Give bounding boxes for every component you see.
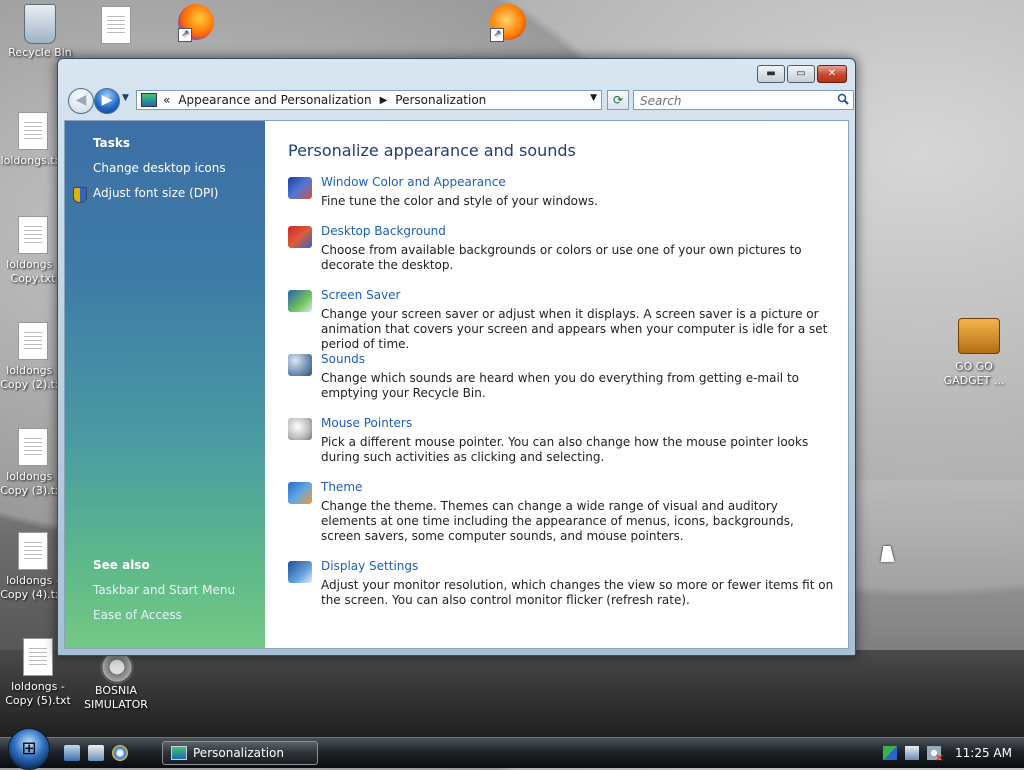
taskbar-start-menu-link[interactable]: Taskbar and Start Menu [93, 583, 235, 597]
item-description: Fine tune the color and style of your wi… [321, 194, 598, 208]
desktop-background-icon [288, 226, 312, 248]
breadcrumb-appearance[interactable]: Appearance and Personalization [178, 93, 371, 107]
breadcrumb-personalization[interactable]: Personalization [395, 93, 486, 107]
clock[interactable]: 11:25 AM [955, 746, 1012, 760]
adjust-font-size-link[interactable]: Adjust font size (DPI) [93, 186, 218, 200]
taskbar-button-personalization[interactable]: Personalization [162, 741, 318, 765]
taskbar: ⊞ Personalization 11:25 AM [0, 728, 1024, 770]
screen-saver-icon [288, 290, 312, 312]
maximize-button[interactable]: ▭ [787, 65, 815, 83]
taskbar-button-label: Personalization [193, 746, 284, 760]
show-desktop-icon[interactable] [64, 745, 80, 761]
desktop-icon-paint[interactable]: ↗ [468, 4, 544, 46]
desktop-icon-firefox[interactable]: ↗ [156, 4, 232, 46]
display-settings-icon [288, 561, 312, 583]
briefcase-icon [958, 318, 1000, 354]
item-description: Pick a different mouse pointer. You can … [321, 435, 809, 464]
sounds-icon [288, 354, 312, 376]
item-description: Choose from available backgrounds or col… [321, 243, 802, 272]
text-file-icon [101, 6, 131, 44]
forward-button[interactable]: ▶ [94, 88, 120, 114]
desktop-icon-label: GO GO GADGET ... [943, 360, 1005, 387]
window-color-icon [288, 177, 312, 199]
item-description: Adjust your monitor resolution, which ch… [321, 578, 834, 607]
system-tray: 11:25 AM [883, 738, 1024, 768]
history-dropdown-icon[interactable]: ▼ [122, 93, 132, 105]
refresh-button[interactable]: ⟳ [607, 90, 629, 110]
text-file-icon [18, 532, 48, 570]
mouse-pointer-icon [288, 418, 312, 440]
theme-link[interactable]: Theme [321, 480, 362, 494]
desktop-icon-recycle-bin[interactable]: Recycle Bin [2, 4, 78, 60]
search-box [633, 90, 854, 110]
caption-buttons: ▬ ▭ ✕ [757, 65, 847, 83]
control-panel-icon [141, 93, 157, 107]
display-settings-link[interactable]: Display Settings [321, 559, 418, 573]
item-description: Change which sounds are heard when you d… [321, 371, 799, 400]
windows-update-icon[interactable] [883, 746, 898, 760]
minimize-button[interactable]: ▬ [757, 65, 785, 83]
start-button[interactable]: ⊞ [8, 728, 50, 770]
volume-muted-icon[interactable] [927, 746, 944, 764]
network-icon[interactable] [905, 746, 920, 760]
text-file-icon [18, 322, 48, 360]
theme-icon [288, 482, 312, 504]
breadcrumb-overflow[interactable]: « [163, 93, 170, 107]
control-panel-icon [171, 746, 187, 760]
task-pane: Tasks Change desktop icons Adjust font s… [65, 121, 265, 648]
switch-windows-icon[interactable] [88, 745, 104, 761]
see-also-heading: See also [93, 558, 150, 572]
desktop-icon-gadget[interactable]: GO GO GADGET ... [936, 318, 1012, 388]
text-file-icon [18, 112, 48, 150]
main-pane: Personalize appearance and sounds Window… [265, 121, 848, 648]
uac-shield-icon [73, 187, 87, 203]
recycle-bin-icon [24, 4, 56, 44]
tasks-heading: Tasks [93, 136, 131, 150]
desktop-icon-label: loldongs - Copy (5).txt [5, 680, 71, 707]
sounds-link[interactable]: Sounds [321, 352, 365, 366]
back-button[interactable]: ◀ [68, 88, 94, 114]
shortcut-arrow-icon: ↗ [490, 28, 504, 42]
breadcrumb-separator-icon[interactable]: ▶ [380, 95, 388, 106]
personalization-window[interactable]: ▬ ▭ ✕ ◀ ▶ ▼ « Appearance and Personaliza… [57, 58, 856, 656]
address-bar[interactable]: « Appearance and Personalization ▶ Perso… [136, 90, 602, 110]
page-title: Personalize appearance and sounds [288, 141, 576, 160]
item-description: Change the theme. Themes can change a wi… [321, 499, 794, 543]
close-button[interactable]: ✕ [817, 65, 847, 83]
content-area: Tasks Change desktop icons Adjust font s… [64, 120, 849, 649]
internet-explorer-icon[interactable] [112, 745, 128, 761]
desktop-icon-label: BOSNIA SIMULATOR [84, 684, 148, 711]
item-description: Change your screen saver or adjust when … [321, 307, 828, 351]
shortcut-arrow-icon: ↗ [178, 28, 192, 42]
screen-saver-link[interactable]: Screen Saver [321, 288, 400, 302]
text-file-icon [18, 428, 48, 466]
window-color-link[interactable]: Window Color and Appearance [321, 175, 506, 189]
search-input[interactable] [638, 92, 842, 110]
address-dropdown-icon[interactable]: ▼ [590, 93, 597, 103]
search-icon[interactable] [837, 93, 849, 105]
text-file-icon [23, 638, 53, 676]
ease-of-access-link[interactable]: Ease of Access [93, 608, 182, 622]
mouse-pointers-link[interactable]: Mouse Pointers [321, 416, 412, 430]
change-desktop-icons-link[interactable]: Change desktop icons [93, 161, 226, 175]
mouse-cursor-icon [880, 546, 898, 562]
text-file-icon [18, 216, 48, 254]
desktop-icon-document[interactable] [78, 6, 154, 48]
desktop-icon-bosnia-simulator[interactable]: BOSNIA SIMULATOR [78, 650, 154, 712]
navigation-bar: ◀ ▶ ▼ « Appearance and Personalization ▶… [66, 87, 854, 114]
desktop-background-link[interactable]: Desktop Background [321, 224, 446, 238]
